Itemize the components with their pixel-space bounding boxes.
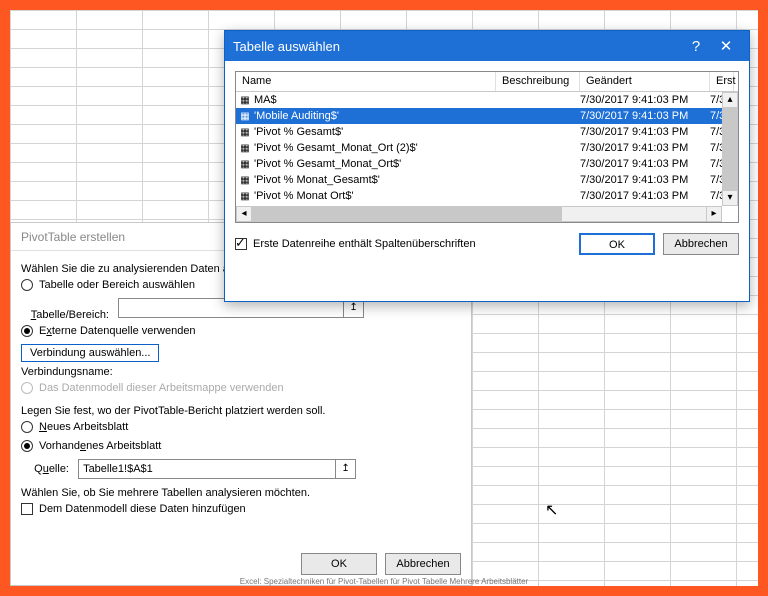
multiple-tables-heading: Wählen Sie, ob Sie mehrere Tabellen anal… bbox=[21, 487, 461, 499]
scroll-up-icon[interactable]: ▴ bbox=[722, 92, 738, 108]
checkbox-first-row-headers[interactable]: Erste Datenreihe enthält Spaltenüberschr… bbox=[235, 238, 476, 250]
table-row[interactable]: ▦ 'Pivot % Monat Ort$' 7/30/2017 9:41:03… bbox=[236, 188, 738, 204]
radio-external-datasource[interactable]: Externe Datenquelle verwenden bbox=[21, 325, 196, 337]
select-table-title: Tabelle auswählen bbox=[233, 39, 340, 54]
table-list-header[interactable]: Name Beschreibung Geändert Erst bbox=[236, 72, 738, 92]
radio-new-sheet[interactable]: Neues Arbeitsblatt bbox=[21, 421, 128, 433]
select-ok-button[interactable]: OK bbox=[579, 233, 655, 255]
col-modified-header[interactable]: Geändert bbox=[580, 72, 710, 91]
table-icon: ▦ bbox=[236, 191, 254, 202]
table-icon: ▦ bbox=[236, 95, 254, 106]
image-caption: Excel: Spezialtechniken für Pivot-Tabell… bbox=[10, 577, 758, 586]
table-icon: ▦ bbox=[236, 143, 254, 154]
scroll-down-icon[interactable]: ▾ bbox=[722, 190, 738, 206]
source-picker-icon[interactable]: ↥ bbox=[336, 459, 356, 479]
table-range-field-label: Tabelle/Bereich: bbox=[21, 309, 109, 321]
horizontal-scrollbar-thumb[interactable] bbox=[252, 207, 562, 221]
col-name-header[interactable]: Name bbox=[236, 72, 496, 91]
scroll-right-icon[interactable]: ▸ bbox=[706, 206, 722, 222]
radio-select-table-range-label: Tabelle oder Bereich auswählen bbox=[39, 279, 195, 291]
help-icon[interactable]: ? bbox=[681, 38, 711, 55]
pivot-cancel-button[interactable]: Abbrechen bbox=[385, 553, 461, 575]
table-icon: ▦ bbox=[236, 159, 254, 170]
source-location-input[interactable]: Tabelle1!$A$1 bbox=[78, 459, 336, 479]
connection-name-label: Verbindungsname: bbox=[21, 366, 113, 378]
radio-select-table-range[interactable]: Tabelle oder Bereich auswählen bbox=[21, 279, 195, 291]
close-icon[interactable]: ✕ bbox=[711, 37, 741, 55]
table-icon: ▦ bbox=[236, 127, 254, 138]
checkbox-add-to-data-model[interactable]: Dem Datenmodell diese Daten hinzufügen bbox=[21, 503, 246, 515]
radio-use-data-model: Das Datenmodell dieser Arbeitsmappe verw… bbox=[21, 382, 284, 394]
source-field-label: Quelle: bbox=[21, 463, 69, 475]
radio-external-datasource-label: Externe Datenquelle verwenden bbox=[39, 325, 196, 337]
table-row[interactable]: ▦ 'Mobile Auditing$' 7/30/2017 9:41:03 P… bbox=[236, 108, 738, 124]
placement-heading: Legen Sie fest, wo der PivotTable-Berich… bbox=[21, 405, 461, 417]
vertical-scrollbar[interactable]: ▴ ▾ bbox=[722, 92, 738, 206]
pivot-ok-button[interactable]: OK bbox=[301, 553, 377, 575]
checkbox-add-to-data-model-label: Dem Datenmodell diese Daten hinzufügen bbox=[39, 503, 246, 515]
scroll-left-icon[interactable]: ◂ bbox=[236, 206, 252, 222]
select-cancel-button[interactable]: Abbrechen bbox=[663, 233, 739, 255]
table-row[interactable]: ▦ 'Pivot % Gesamt$' 7/30/2017 9:41:03 PM… bbox=[236, 124, 738, 140]
select-table-dialog: Tabelle auswählen ? ✕ Name Beschreibung … bbox=[224, 30, 750, 302]
table-row[interactable]: ▦ MA$ 7/30/2017 9:41:03 PM 7/30 bbox=[236, 92, 738, 108]
vertical-scrollbar-thumb[interactable] bbox=[723, 108, 737, 190]
table-row[interactable]: ▦ 'Pivot % Monat_Gesamt$' 7/30/2017 9:41… bbox=[236, 172, 738, 188]
radio-use-data-model-label: Das Datenmodell dieser Arbeitsmappe verw… bbox=[39, 382, 284, 394]
select-table-titlebar[interactable]: Tabelle auswählen ? ✕ bbox=[225, 31, 749, 61]
table-list[interactable]: Name Beschreibung Geändert Erst ▦ MA$ 7/… bbox=[235, 71, 739, 223]
table-icon: ▦ bbox=[236, 175, 254, 186]
table-row[interactable]: ▦ 'Pivot % Gesamt_Monat_Ort$' 7/30/2017 … bbox=[236, 156, 738, 172]
radio-new-sheet-label: Neues Arbeitsblatt bbox=[39, 421, 128, 433]
checkbox-first-row-headers-label: Erste Datenreihe enthält Spaltenüberschr… bbox=[253, 238, 476, 250]
table-icon: ▦ bbox=[236, 111, 254, 122]
table-row[interactable]: ▦ 'Pivot % Gesamt_Monat_Ort (2)$' 7/30/2… bbox=[236, 140, 738, 156]
horizontal-scrollbar[interactable]: ◂ ▸ bbox=[236, 206, 722, 222]
radio-existing-sheet[interactable]: Vorhandenes Arbeitsblatt bbox=[21, 440, 161, 452]
choose-connection-button[interactable]: Verbindung auswählen... bbox=[21, 344, 159, 362]
col-created-header[interactable]: Erst bbox=[710, 72, 734, 91]
col-desc-header[interactable]: Beschreibung bbox=[496, 72, 580, 91]
radio-existing-sheet-label: Vorhandenes Arbeitsblatt bbox=[39, 440, 161, 452]
